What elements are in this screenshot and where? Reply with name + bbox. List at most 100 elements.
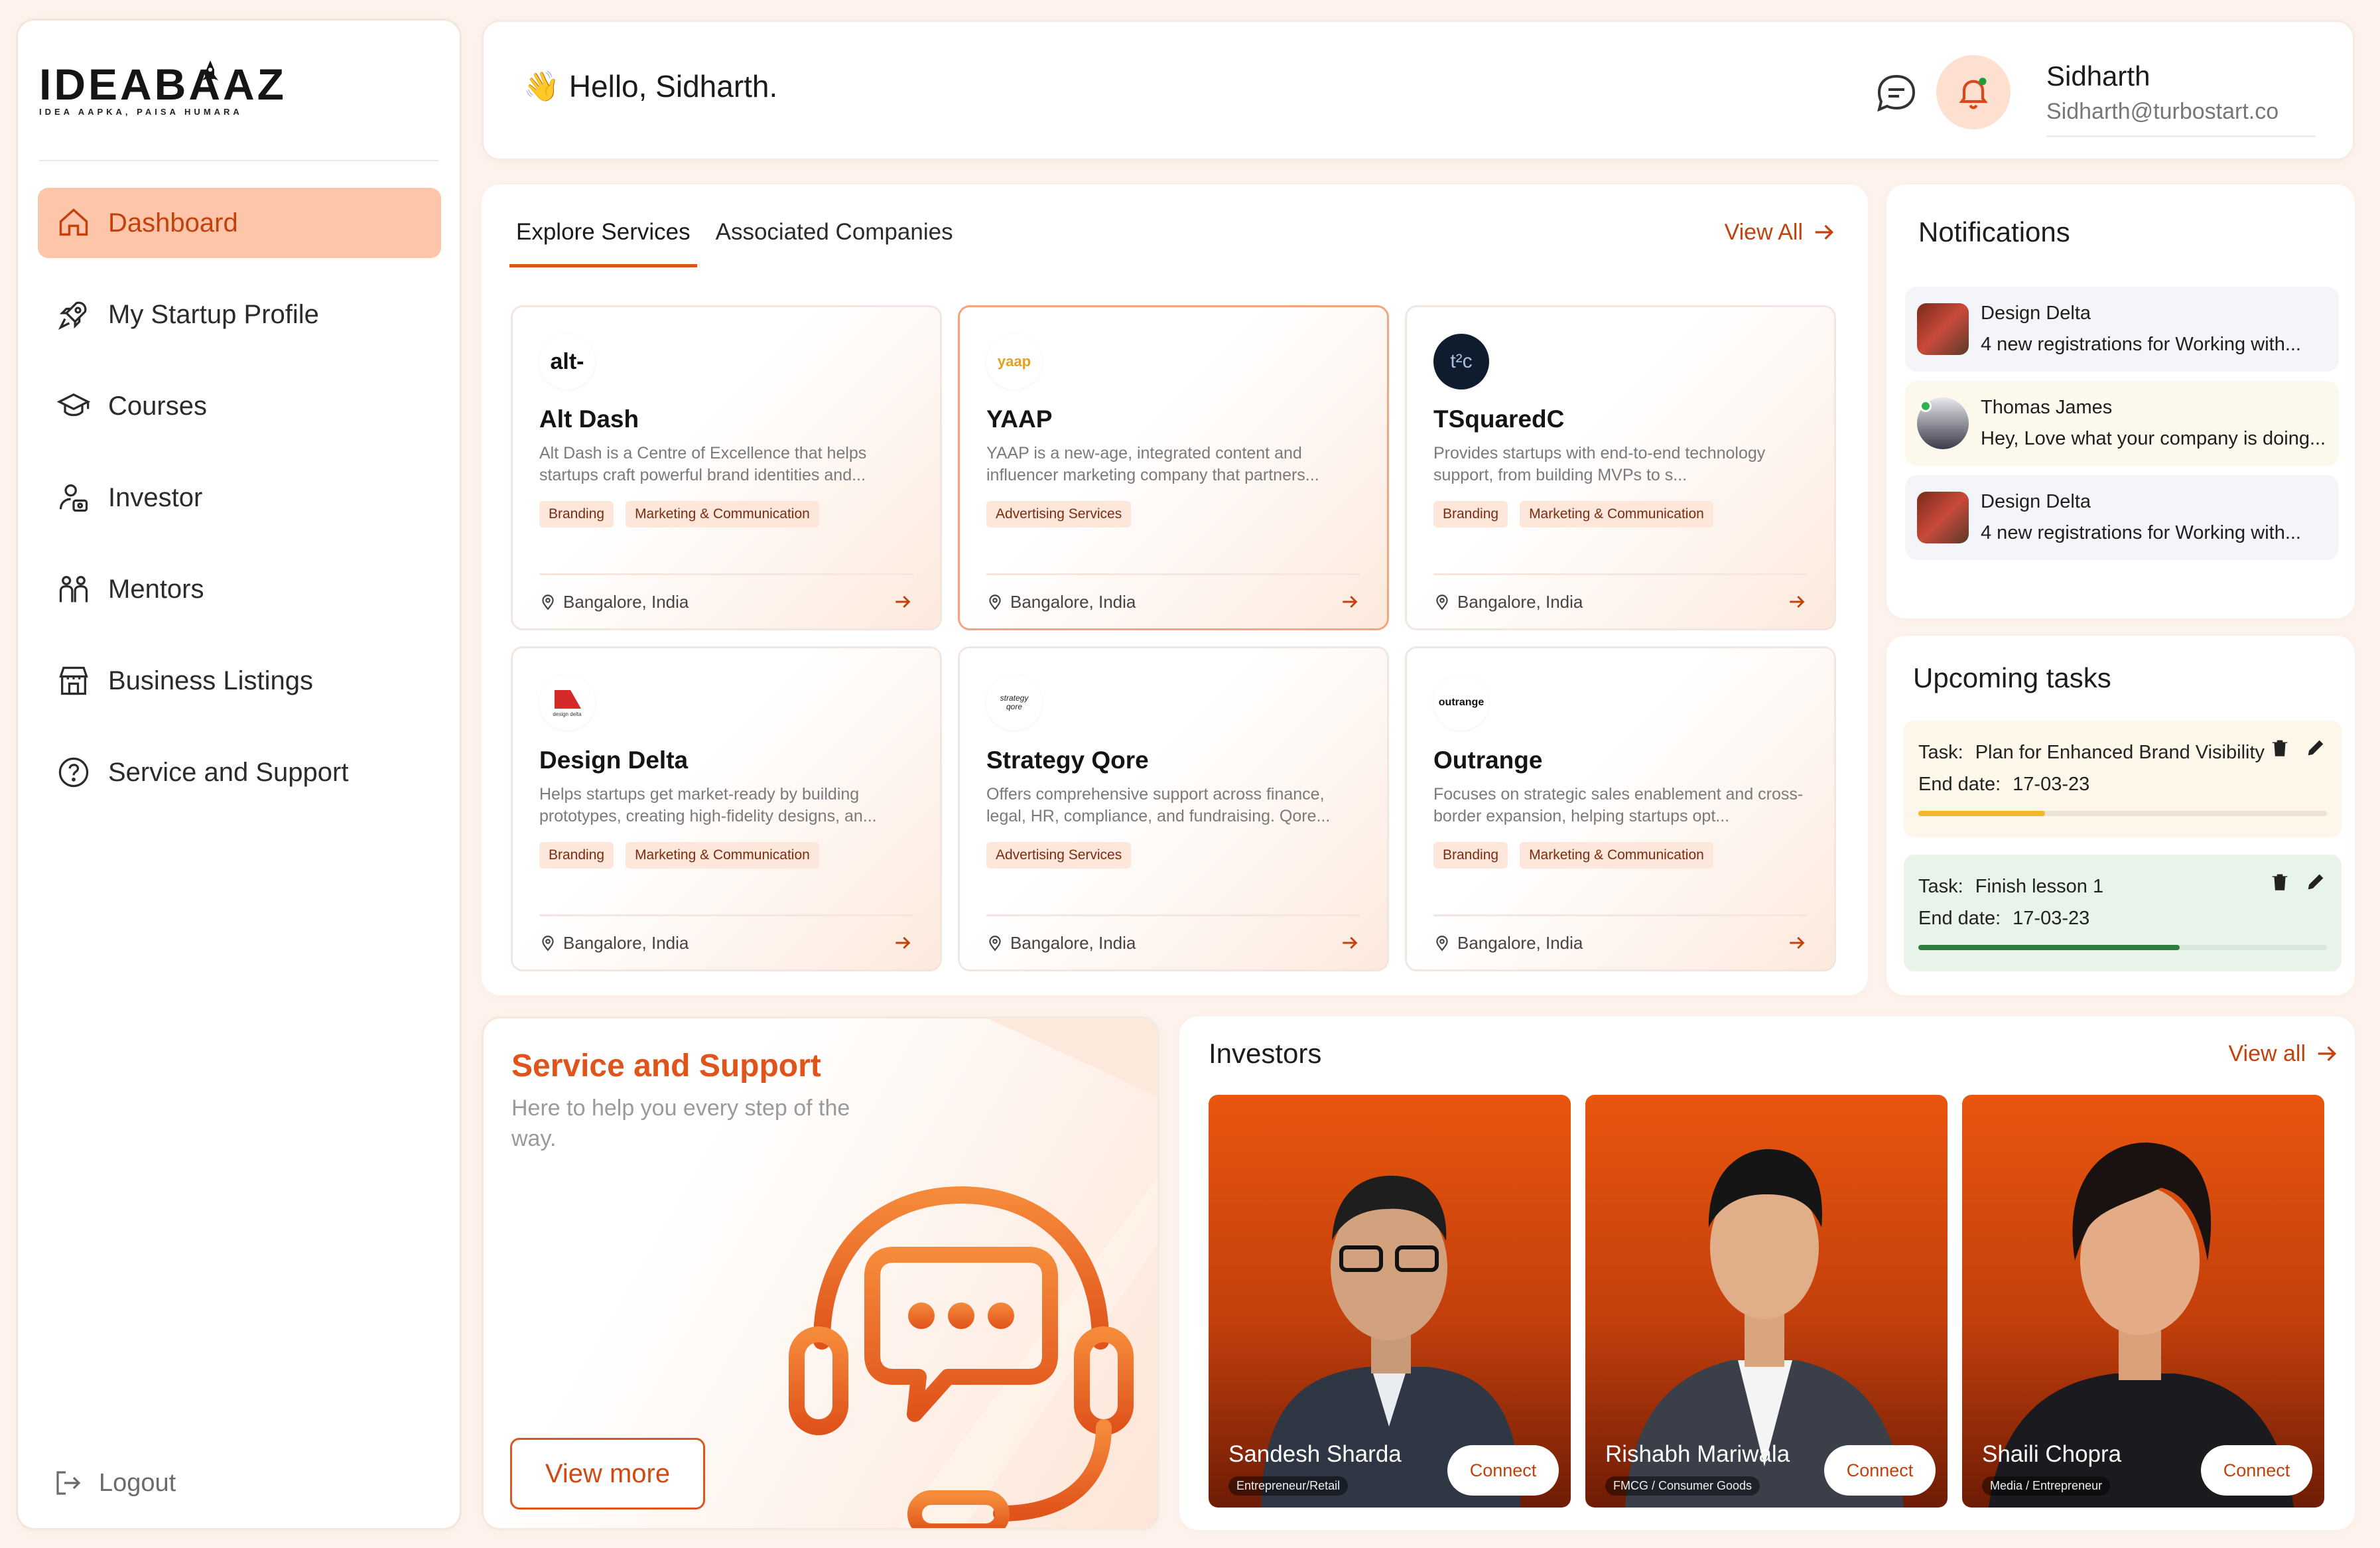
service-card[interactable]: design delta Design Delta Helps startups… <box>511 646 942 971</box>
task-date-row: End date: 17-03-23 <box>1918 902 2327 934</box>
sidebar-item-service-support[interactable]: Service and Support <box>38 737 441 808</box>
investors-view-all-link[interactable]: View all <box>2228 1040 2340 1067</box>
arrow-right-icon[interactable] <box>1786 932 1808 953</box>
service-tags: Advertising Services <box>986 842 1360 869</box>
sidebar-item-business-listings[interactable]: Business Listings <box>38 646 441 716</box>
tab-explore-services[interactable]: Explore Services <box>509 219 697 267</box>
task-card[interactable]: Task: Finish lesson 1 End date: 17-03-23 <box>1904 855 2342 971</box>
view-more-button[interactable]: View more <box>510 1438 705 1510</box>
notification-item[interactable]: Design Delta 4 new registrations for Wor… <box>1905 475 2339 560</box>
notification-content: Design Delta 4 new registrations for Wor… <box>1981 303 2335 356</box>
delete-icon[interactable] <box>2269 737 2291 759</box>
task-actions <box>2255 871 2327 893</box>
services-grid: alt- Alt Dash Alt Dash is a Centre of Ex… <box>511 305 1836 971</box>
service-tag: Branding <box>1433 501 1508 528</box>
logo-text: IDEABAAZ <box>39 60 287 109</box>
service-tags: Branding Marketing & Communication <box>539 842 913 869</box>
location-text: Bangalore, India <box>1010 591 1136 612</box>
sidebar-item-startup-profile[interactable]: My Startup Profile <box>38 279 441 350</box>
notifications-button[interactable] <box>1936 55 2011 129</box>
service-card[interactable]: alt- Alt Dash Alt Dash is a Centre of Ex… <box>511 305 942 630</box>
sidebar-item-investor[interactable]: Investor <box>38 462 441 533</box>
notification-content: Design Delta 4 new registrations for Wor… <box>1981 491 2335 544</box>
service-card[interactable]: outrange Outrange Focuses on strategic s… <box>1405 646 1836 971</box>
investor-name: Sandesh Sharda <box>1228 1441 1402 1467</box>
investor-card[interactable]: Shaili Chopra Media / Entrepreneur Conne… <box>1962 1095 2324 1508</box>
arrow-right-icon <box>1815 224 1834 240</box>
service-tag: Marketing & Communication <box>626 501 819 528</box>
service-logo: alt- <box>539 334 595 389</box>
connect-button[interactable]: Connect <box>1824 1445 1936 1496</box>
brand-logo[interactable]: IDEABAAZ IDEA AAPKA, PAISA HUMARA <box>39 59 287 117</box>
logout-button[interactable]: Logout <box>52 1467 176 1499</box>
sidebar-item-dashboard[interactable]: Dashboard <box>38 188 441 258</box>
service-tag: Branding <box>1433 842 1508 869</box>
notification-text: Hey, Love what your company is doing... <box>1981 428 2326 449</box>
user-profile[interactable]: Sidharth Sidharth@turbostart.co <box>2046 60 2316 137</box>
investor-card[interactable]: Sandesh Sharda Entrepreneur/Retail Conne… <box>1209 1095 1571 1508</box>
service-tag: Marketing & Communication <box>1520 501 1713 528</box>
notifications-title: Notifications <box>1918 216 2070 247</box>
edit-icon[interactable] <box>2304 737 2327 759</box>
service-footer: Bangalore, India <box>1433 573 1808 612</box>
task-label: Task: <box>1918 741 1963 763</box>
arrow-right-icon[interactable] <box>1339 591 1360 612</box>
investor-icon <box>59 484 88 512</box>
tab-associated-companies[interactable]: Associated Companies <box>709 219 960 267</box>
task-card[interactable]: Task: Plan for Enhanced Brand Visibility … <box>1904 721 2342 837</box>
notification-item[interactable]: Thomas James Hey, Love what your company… <box>1905 381 2339 466</box>
sidebar-item-mentors[interactable]: Mentors <box>38 554 441 624</box>
sidebar-item-label: Service and Support <box>108 757 349 787</box>
investor-name: Shaili Chopra <box>1982 1441 2122 1467</box>
greeting-text: Hello, Sidharth. <box>568 69 778 104</box>
service-name: Outrange <box>1433 746 1543 774</box>
service-support-card: Service and Support Here to help you eve… <box>482 1017 1159 1530</box>
chat-icon[interactable] <box>1870 67 1923 120</box>
service-card[interactable]: t²c TSquaredC Provides startups with end… <box>1405 305 1836 630</box>
service-location: Bangalore, India <box>986 933 1136 953</box>
arrow-right-icon[interactable] <box>892 932 913 953</box>
connect-button[interactable]: Connect <box>2201 1445 2312 1496</box>
service-name: Strategy Qore <box>986 746 1149 774</box>
notifications-panel: Notifications Design Delta 4 new registr… <box>1886 184 2355 618</box>
view-all-label: View All <box>1724 219 1803 245</box>
top-header: 👋 Hello, Sidharth. Sidharth Sidharth@tur… <box>482 20 2355 161</box>
sidebar-item-label: My Startup Profile <box>108 299 319 329</box>
task-date-row: End date: 17-03-23 <box>1918 768 2327 800</box>
service-card[interactable]: yaap YAAP YAAP is a new-age, integrated … <box>958 305 1389 630</box>
service-logo-text: t²c <box>1450 350 1473 372</box>
task-end-date: 17-03-23 <box>2013 907 2090 929</box>
home-icon <box>59 208 88 236</box>
arrow-right-icon[interactable] <box>1786 591 1808 612</box>
service-description: Provides startups with end-to-end techno… <box>1433 444 1766 484</box>
arrow-right-icon[interactable] <box>1339 932 1360 953</box>
service-tags: Advertising Services <box>986 501 1360 528</box>
location-pin-icon <box>989 936 1001 951</box>
edit-icon[interactable] <box>2304 871 2327 893</box>
services-view-all-link[interactable]: View All <box>1725 219 1837 246</box>
service-name: Alt Dash <box>539 405 639 433</box>
notification-avatar <box>1917 397 1969 449</box>
sidebar-divider <box>39 160 438 161</box>
service-location: Bangalore, India <box>539 592 689 612</box>
service-logo-text: alt- <box>550 348 584 374</box>
notification-sender: Design Delta <box>1981 491 2091 512</box>
mentors-icon <box>59 575 88 602</box>
arrow-right-icon[interactable] <box>892 591 913 612</box>
graduation-cap-icon <box>56 393 91 417</box>
task-progress-fill <box>1918 945 2180 950</box>
investor-card[interactable]: Rishabh Mariwala FMCG / Consumer Goods C… <box>1585 1095 1948 1508</box>
delete-icon[interactable] <box>2269 871 2291 893</box>
logout-icon <box>56 1471 81 1495</box>
investor-role: FMCG / Consumer Goods <box>1605 1476 1760 1496</box>
notification-item[interactable]: Design Delta 4 new registrations for Wor… <box>1905 287 2339 372</box>
sidebar-item-label: Mentors <box>108 574 204 604</box>
task-actions <box>2255 737 2327 759</box>
service-card[interactable]: strategy qore Strategy Qore Offers compr… <box>958 646 1389 971</box>
location-text: Bangalore, India <box>1457 932 1583 953</box>
notification-avatar <box>1917 492 1969 543</box>
task-progress-fill <box>1918 811 2045 816</box>
location-text: Bangalore, India <box>1457 591 1583 612</box>
sidebar-item-courses[interactable]: Courses <box>38 371 441 441</box>
connect-button[interactable]: Connect <box>1447 1445 1559 1496</box>
